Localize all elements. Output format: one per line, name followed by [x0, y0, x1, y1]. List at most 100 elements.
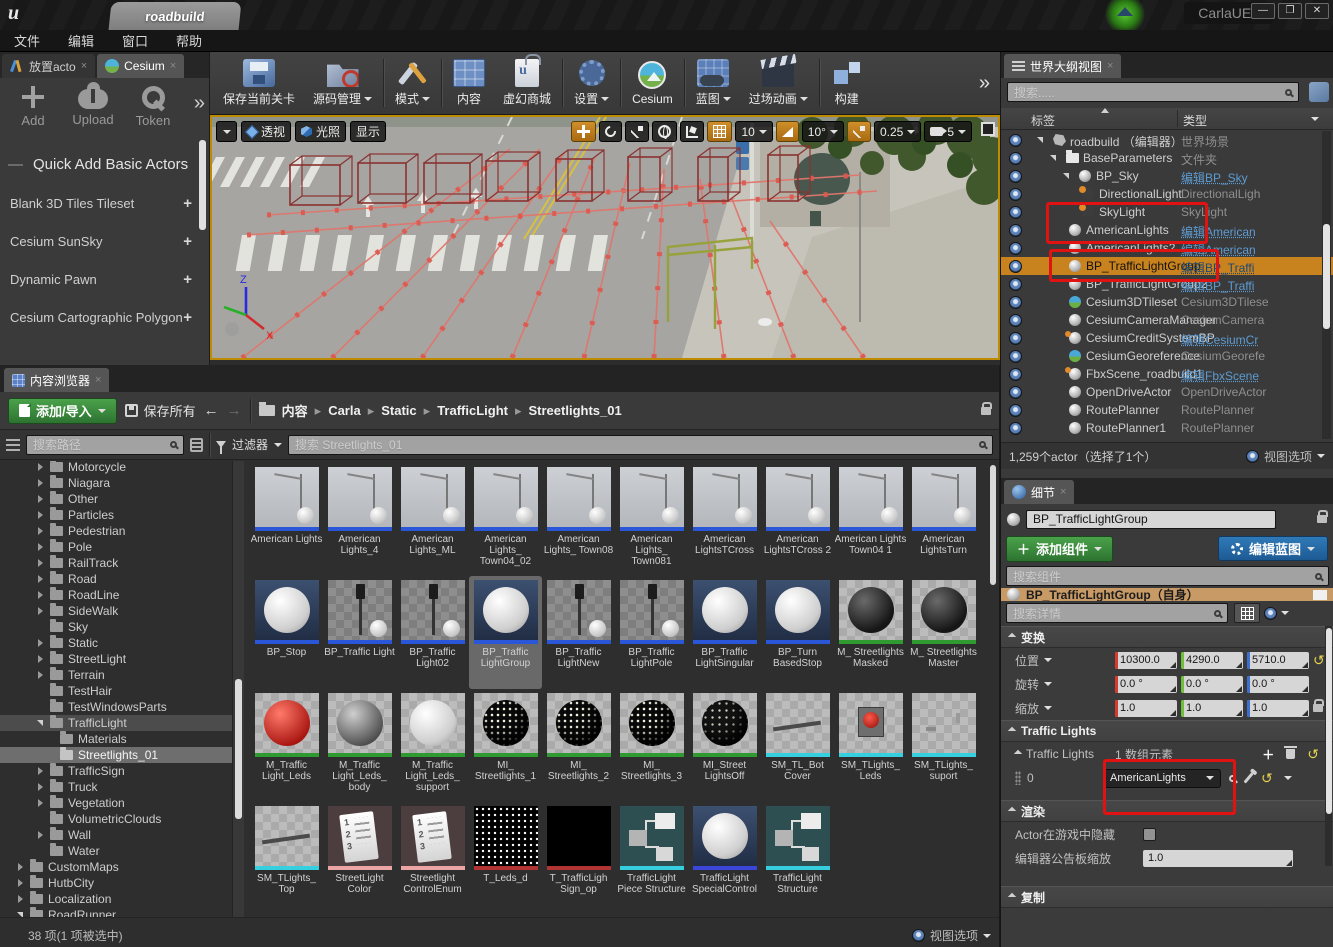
asset-SM_TL_Bot-Cover[interactable]: SM_TL_Bot Cover — [761, 689, 834, 802]
asset-American-Lights-Town04-1[interactable]: American Lights Town04 1 — [834, 463, 907, 576]
asset-American-Lights_-Town081[interactable]: American Lights_ Town081 — [615, 463, 688, 576]
cb-view-options[interactable]: 视图选项 — [912, 927, 991, 944]
outliner-row-DirectionalLight[interactable]: DirectionalLightDirectionalLigh — [1001, 185, 1333, 203]
asset-M_Traffic-Light_Leds_-support[interactable]: M_Traffic Light_Leds_ support — [396, 689, 469, 802]
asset-M_Traffic-Light_Leds[interactable]: M_Traffic Light_Leds — [250, 689, 323, 802]
tab-Cesium[interactable]: Cesium× — [97, 54, 184, 78]
plus-icon[interactable]: + — [183, 195, 192, 212]
folder-TestHair[interactable]: TestHair — [0, 683, 232, 699]
lock-icon[interactable] — [981, 407, 991, 415]
folder-TrafficLight[interactable]: TrafficLight — [0, 715, 232, 731]
asset-BP_Traffic-Light02[interactable]: BP_Traffic Light02 — [396, 576, 469, 689]
chevron-right-icon[interactable] — [38, 783, 43, 791]
reset-icon[interactable]: ↺ — [1307, 748, 1319, 760]
viewport-options-button[interactable] — [216, 121, 237, 142]
folder-RoadLine[interactable]: RoadLine — [0, 587, 232, 603]
asset-American-LightsTurn[interactable]: American LightsTurn — [907, 463, 980, 576]
chevron-right-icon[interactable] — [18, 863, 23, 871]
sources-toggle-icon[interactable] — [6, 439, 20, 451]
asset-MI_-Streetlights_3[interactable]: MI_ Streetlights_3 — [615, 689, 688, 802]
outliner-row-CesiumCreditSystemBP[interactable]: CesiumCreditSystemBP编辑CesiumCr — [1001, 329, 1333, 347]
menu-item[interactable]: 窗口 — [122, 31, 148, 50]
chevron-down-icon[interactable] — [1063, 173, 1069, 179]
plus-icon[interactable]: + — [183, 233, 192, 250]
breadcrumb-Carla[interactable]: Carla — [328, 403, 361, 418]
folder-HutbCity[interactable]: HutbCity — [0, 875, 232, 891]
visibility-eye-icon[interactable] — [1009, 206, 1022, 219]
chevron-right-icon[interactable] — [38, 463, 43, 471]
edit-blueprint-link[interactable]: 编辑BP_Sky — [1181, 169, 1317, 186]
transform-label[interactable]: 缩放 — [1015, 700, 1115, 717]
transform-label[interactable]: 位置 — [1015, 652, 1115, 669]
chevron-down-icon[interactable] — [37, 720, 43, 726]
asset-BP_Traffic-LightGroup[interactable]: BP_Traffic LightGroup — [469, 576, 542, 689]
back-icon[interactable]: ← — [204, 402, 219, 419]
asset-BP_Traffic-Light[interactable]: BP_Traffic Light — [323, 576, 396, 689]
folder-Vegetation[interactable]: Vegetation — [0, 795, 232, 811]
asset-TrafficLight-Piece-Structure[interactable]: TrafficLight Piece Structure — [615, 802, 688, 915]
eyedropper-icon[interactable] — [1243, 772, 1253, 783]
viewport-maximize-icon[interactable] — [981, 122, 995, 136]
asset-M_Traffic-Light_Leds_-body[interactable]: M_Traffic Light_Leds_ body — [323, 689, 396, 802]
outliner-row-OpenDriveActor[interactable]: OpenDriveActorOpenDriveActor — [1001, 383, 1333, 401]
move-tool-button[interactable] — [571, 121, 596, 142]
details-view-options[interactable] — [1264, 603, 1289, 623]
close-icon[interactable]: × — [95, 374, 101, 386]
chevron-down-icon[interactable] — [1037, 137, 1043, 143]
column-label[interactable]: 标签 — [1031, 112, 1055, 129]
lit-mode-button[interactable]: 光照 — [295, 121, 346, 142]
asset-American-Lights_4[interactable]: American Lights_4 — [323, 463, 396, 576]
transform-x-field[interactable]: 10300.0 — [1115, 652, 1177, 669]
section-traffic-lights[interactable]: Traffic Lights — [1001, 720, 1333, 742]
edit-blueprint-button[interactable]: 编辑蓝图 — [1218, 536, 1328, 561]
toolbar-modes-button[interactable]: 模式 — [386, 56, 439, 110]
transform-label[interactable]: 旋转 — [1015, 676, 1115, 693]
transform-y-field[interactable]: 4290.0 — [1181, 652, 1243, 669]
rotate-tool-button[interactable] — [599, 121, 622, 142]
asset-T_Leds_d[interactable]: T_Leds_d — [469, 802, 542, 915]
property-matrix-button[interactable] — [1234, 603, 1260, 623]
add-import-button[interactable]: 添加/导入 — [8, 398, 117, 424]
element-menu-icon[interactable] — [1284, 776, 1292, 780]
array-label[interactable]: Traffic Lights — [1015, 747, 1115, 761]
outliner-view-options[interactable]: 视图选项 — [1246, 448, 1325, 465]
token-button[interactable]: Token — [130, 84, 176, 144]
folder-Road[interactable]: Road — [0, 571, 232, 587]
camera-speed-button[interactable]: 5 — [924, 121, 972, 142]
asset-American-Lights_-Town04_02[interactable]: American Lights_ Town04_02 — [469, 463, 542, 576]
tab-world-outliner[interactable]: 世界大纲视图× — [1004, 54, 1121, 78]
search-details-input[interactable]: 搜索详情 — [1006, 603, 1228, 623]
asset-M_-Streetlights-Master[interactable]: M_ Streetlights Master — [907, 576, 980, 689]
asset-BP_Traffic-LightPole[interactable]: BP_Traffic LightPole — [615, 576, 688, 689]
outliner-row-RoutePlanner[interactable]: RoutePlannerRoutePlanner — [1001, 401, 1333, 419]
breadcrumb-Streetlights_01[interactable]: Streetlights_01 — [529, 403, 622, 418]
visibility-eye-icon[interactable] — [1009, 260, 1022, 273]
folder-CustomMaps[interactable]: CustomMaps — [0, 859, 232, 875]
outliner-search-input[interactable]: 搜索..... — [1007, 82, 1299, 102]
visibility-eye-icon[interactable] — [1009, 386, 1022, 399]
outliner-row-RoutePlanner1[interactable]: RoutePlanner1RoutePlanner — [1001, 419, 1333, 437]
scale-snap-value[interactable]: 0.25 — [874, 121, 921, 142]
folder-RailTrack[interactable]: RailTrack — [0, 555, 232, 571]
quick-add-item[interactable]: Cesium SunSky+ — [0, 222, 200, 260]
edit-blueprint-link[interactable]: 编辑FbxScene — [1181, 367, 1317, 384]
transform-z-field[interactable]: 5710.0 — [1247, 652, 1309, 669]
asset-StreetLight-Color[interactable]: 1 2 3StreetLight Color — [323, 802, 396, 915]
folder-Localization[interactable]: Localization — [0, 891, 232, 907]
folder-Truck[interactable]: Truck — [0, 779, 232, 795]
grid-snap-value[interactable]: 10 — [735, 121, 772, 142]
folder-TrafficSign[interactable]: TrafficSign — [0, 763, 232, 779]
visibility-eye-icon[interactable] — [1009, 134, 1022, 147]
chevron-down-icon[interactable] — [1050, 155, 1056, 161]
perspective-button[interactable]: 透视 — [241, 121, 291, 142]
asset-BP_Turn-BasedStop[interactable]: BP_Turn BasedStop — [761, 576, 834, 689]
asset-SM_TLights_-Top[interactable]: SM_TLights_ Top — [250, 802, 323, 915]
folder-Pedestrian[interactable]: Pedestrian — [0, 523, 232, 539]
outliner-row-roadbuild-（编辑器）[interactable]: roadbuild （编辑器）世界场景 — [1001, 131, 1333, 149]
restore-button[interactable]: ❐ — [1278, 3, 1302, 19]
folder-TestWindowsParts[interactable]: TestWindowsParts — [0, 699, 232, 715]
viewport-scene[interactable]: ZX — [212, 117, 998, 358]
folder-Water[interactable]: Water — [0, 843, 232, 859]
asset-T_TrafficLigh-Sign_op[interactable]: T_TrafficLigh Sign_op — [542, 802, 615, 915]
close-icon[interactable]: × — [170, 60, 176, 72]
